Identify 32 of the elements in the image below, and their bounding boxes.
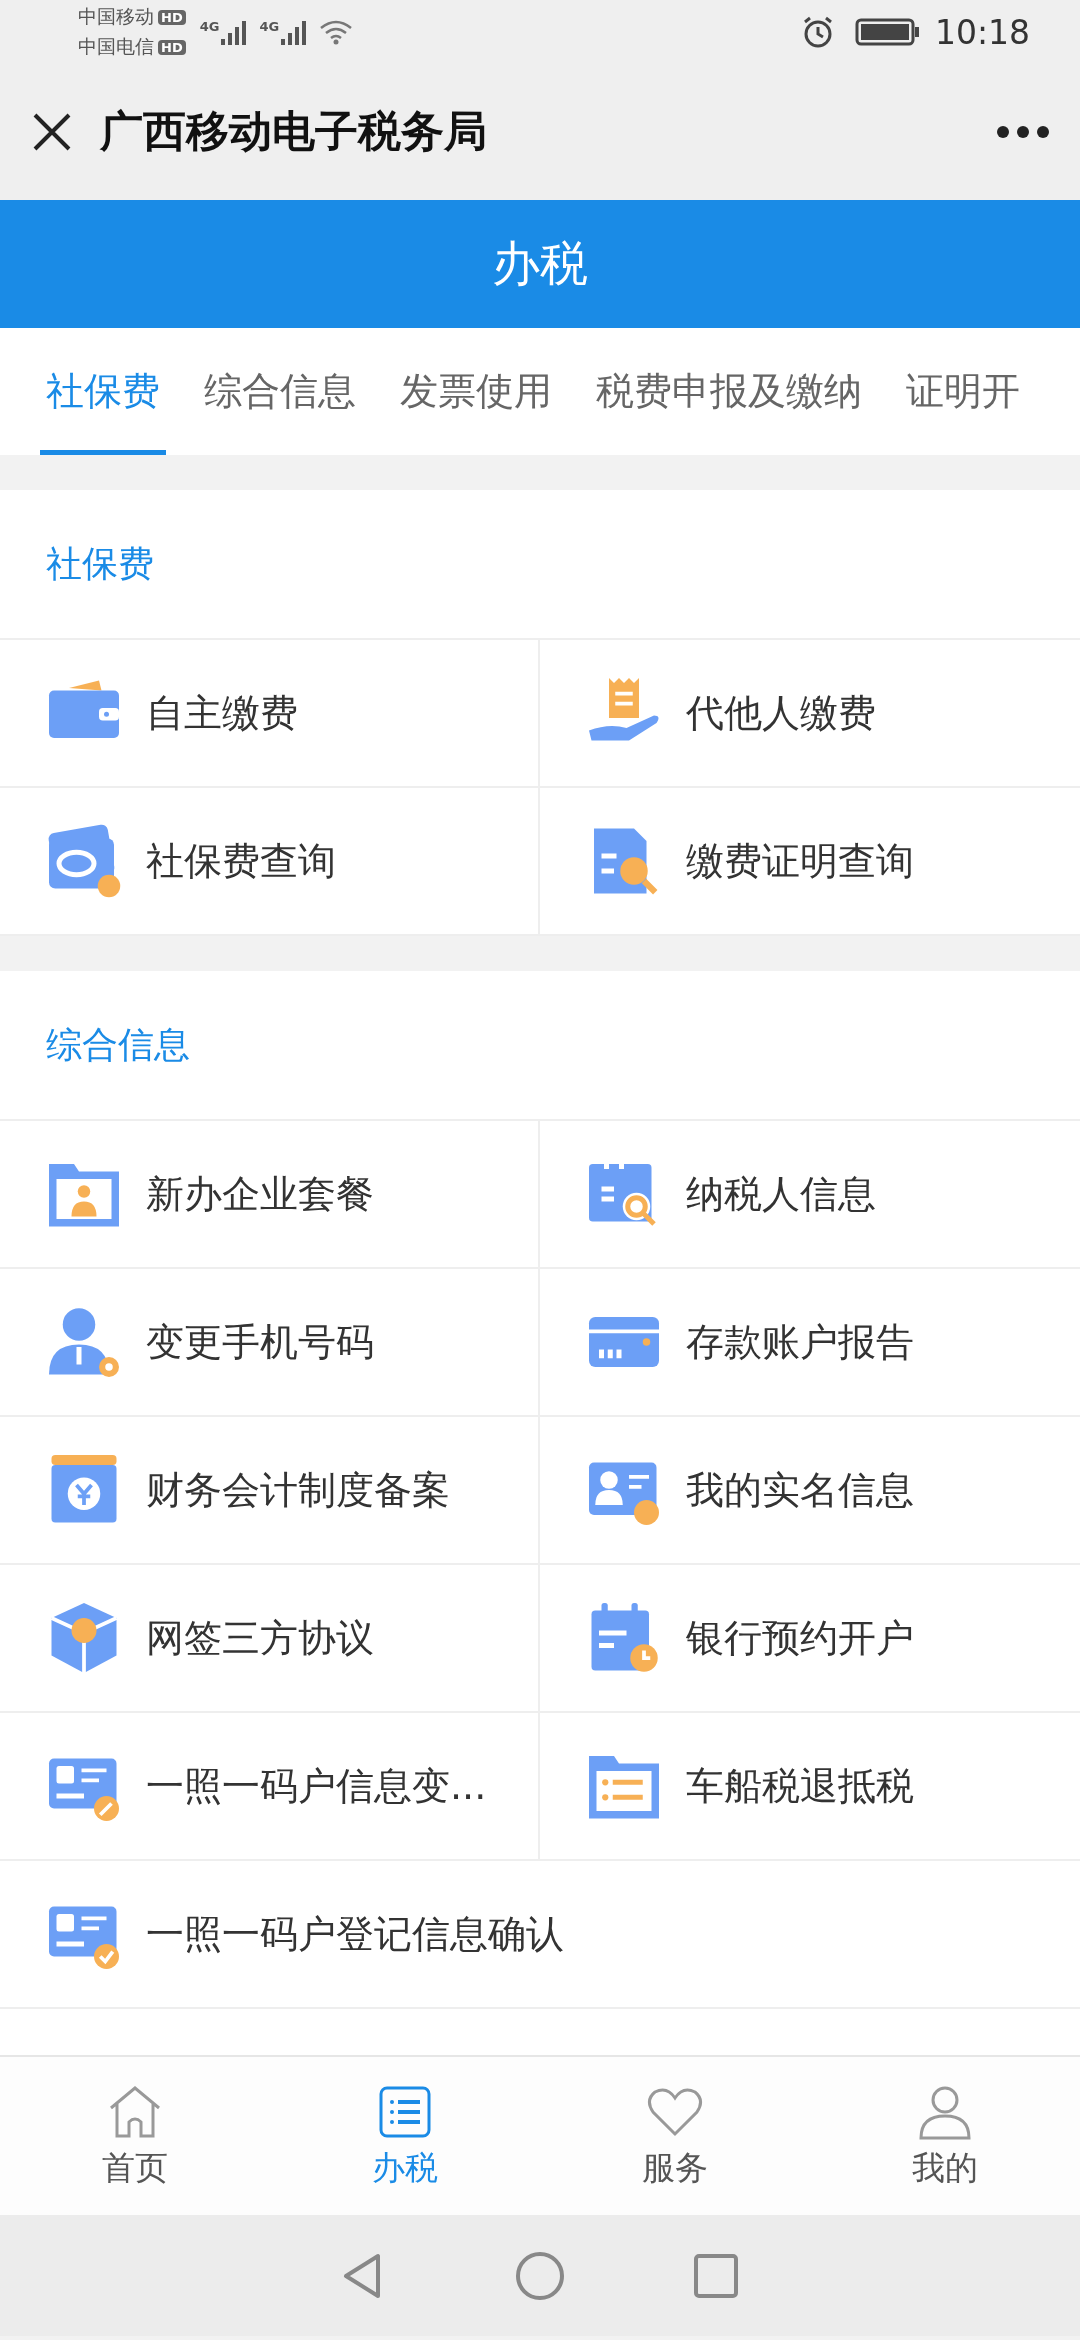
clock-time: 10:18 [934, 12, 1030, 52]
service-item[interactable]: 自主缴费 [0, 640, 540, 788]
banner-title: 办税 [492, 234, 588, 293]
signal-icon [281, 19, 308, 45]
battery-icon [854, 17, 921, 47]
hd-badge: HD [158, 9, 186, 25]
section-title: 综合信息 [46, 1022, 190, 1067]
hd-badge: HD [158, 39, 186, 55]
carrier-name: 中国电信 [78, 34, 154, 59]
nav-tab[interactable]: 办税 [270, 2057, 540, 2215]
page-title: 广西移动电子税务局 [100, 105, 488, 158]
category-tab[interactable]: 证明开 [900, 328, 1026, 455]
signal-icon [221, 19, 248, 45]
network-type: 4G [199, 19, 220, 34]
carrier-name: 中国移动 [78, 4, 154, 29]
network-type: 4G [259, 19, 280, 34]
wifi-icon [319, 19, 354, 45]
section-title: 社保费 [46, 541, 154, 586]
category-tab[interactable]: 发票使用 [394, 328, 558, 455]
category-tab[interactable]: 社保费 [40, 328, 166, 455]
category-tab[interactable]: 综合信息 [198, 328, 362, 455]
service-item[interactable]: 社保费查询 [0, 788, 540, 936]
nav-tab[interactable]: 服务 [540, 2057, 810, 2215]
nav-tab[interactable]: 我的 [810, 2057, 1080, 2215]
service-item[interactable]: 新办企业套餐 [0, 1121, 540, 1269]
service-item[interactable]: 财务会计制度备案 [0, 1417, 540, 1565]
nav-tab[interactable]: 首页 [0, 2057, 270, 2215]
category-tab[interactable]: 税费申报及缴纳 [590, 328, 868, 455]
service-item[interactable]: 变更手机号码 [0, 1269, 540, 1417]
service-item[interactable]: 一照一码户信息变... [0, 1713, 540, 1861]
more-icon[interactable] [996, 125, 1050, 139]
service-item[interactable]: 网签三方协议 [0, 1565, 540, 1713]
